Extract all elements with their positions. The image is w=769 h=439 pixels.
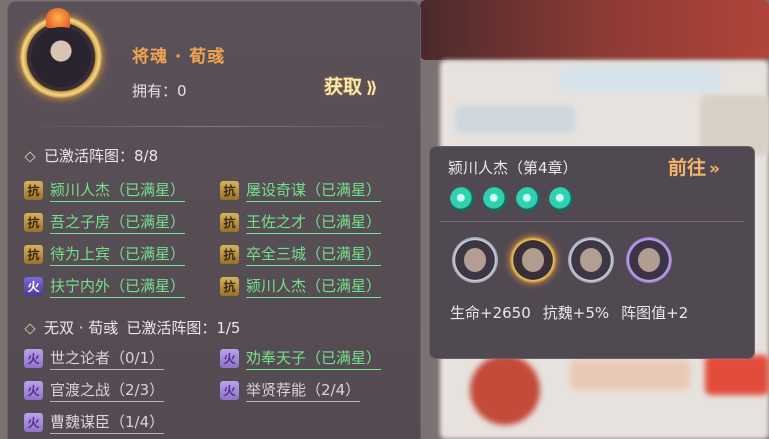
wushuang-value: 1/5 [216, 319, 241, 337]
divider [20, 126, 404, 127]
wushuang-item[interactable]: 火举贤荐能（2/4） [220, 378, 361, 402]
portrait-row [452, 237, 672, 283]
fire-badge-icon: 火 [24, 380, 43, 400]
formation-item[interactable]: 抗颍川人杰（已满星） [24, 178, 186, 202]
bonus-stat: 阵图值+2 [621, 304, 689, 322]
formation-label: 卒全三城（已满星） [246, 243, 382, 266]
formation-label: 屡设奇谋（已满星） [246, 179, 382, 202]
double-chevron-right-icon: ⟫ [366, 78, 378, 97]
diamond-icon [24, 322, 36, 335]
wushuang-name: 无双 · 荀彧 [44, 319, 119, 337]
formation-label: 颍川人杰（已满星） [50, 179, 186, 202]
wushuang-label: 举贤荐能（2/4） [246, 379, 361, 402]
diamond-icon [24, 150, 36, 163]
activated-label: 已激活阵图： [44, 147, 135, 165]
own-label: 拥有： [132, 82, 178, 100]
teal-gem-icon [483, 187, 507, 211]
star-row [450, 187, 573, 211]
double-chevron-right-icon: » [709, 159, 720, 179]
formation-label: 王佐之才（已满星） [246, 211, 382, 234]
activated-value: 8/8 [134, 147, 159, 165]
hero-name: 将魂 · 荀彧 [132, 47, 226, 67]
formation-badge-icon: 抗 [24, 180, 43, 200]
obtain-label: 获取 [324, 76, 363, 98]
formation-title: 颍川人杰（第4章） [448, 159, 578, 177]
formation-badge-icon: 抗 [220, 180, 239, 200]
hero-portrait-3[interactable] [568, 237, 614, 283]
fire-badge-icon: 火 [220, 380, 239, 400]
formation-label: 颍川人杰（已满星） [246, 275, 382, 298]
formation-badge-icon: 火 [24, 276, 43, 296]
go-button[interactable]: 前往» [668, 153, 720, 180]
formation-item[interactable]: 抗吾之子房（已满星） [24, 210, 186, 234]
flame-icon [46, 8, 70, 28]
formation-badge-icon: 抗 [220, 244, 239, 264]
divider [440, 221, 744, 222]
wushuang-item[interactable]: 火官渡之战（2/3） [24, 378, 165, 402]
formation-item[interactable]: 抗屡设奇谋（已满星） [220, 178, 382, 202]
formation-item[interactable]: 抗颍川人杰（已满星） [220, 274, 382, 298]
teal-gem-icon [549, 187, 573, 211]
formation-badge-icon: 抗 [220, 212, 239, 232]
formation-item[interactable]: 抗卒全三城（已满星） [220, 242, 382, 266]
formation-item[interactable]: 火扶宁内外（已满星） [24, 274, 186, 298]
bonus-row: 生命+2650 抗魏+5% 阵图值+2 [450, 302, 700, 323]
hero-info-panel: 将魂 · 荀彧 拥有：0 获取 ⟫ 已激活阵图：8/8 抗颍川人杰（已满星）抗屡设… [8, 2, 420, 439]
activated-title: 已激活阵图：8/8 [24, 145, 159, 166]
wushuang-title: 无双 · 荀彧 已激活阵图：1/5 [24, 317, 241, 338]
formation-label: 待为上宾（已满星） [50, 243, 186, 266]
own-count-row: 拥有：0 [132, 80, 187, 101]
formation-badge-icon: 抗 [220, 276, 239, 296]
teal-gem-icon [516, 187, 540, 211]
formation-label: 扶宁内外（已满星） [50, 275, 186, 298]
formation-label: 吾之子房（已满星） [50, 211, 186, 234]
hero-portrait-4[interactable] [626, 237, 672, 283]
bonus-stat: 生命+2650 [450, 304, 531, 322]
formation-item[interactable]: 抗待为上宾（已满星） [24, 242, 186, 266]
wushuang-label: 已激活阵图： [126, 319, 217, 337]
wushuang-label: 劝奉天子（已满星） [246, 347, 382, 370]
obtain-button[interactable]: 获取 ⟫ [324, 72, 378, 99]
bonus-stat: 抗魏+5% [542, 304, 610, 322]
hero-avatar[interactable] [20, 8, 102, 98]
hero-portrait-2[interactable] [510, 237, 556, 283]
hero-portrait [31, 27, 91, 87]
wushuang-label: 官渡之战（2/3） [50, 379, 165, 402]
wushuang-item[interactable]: 火劝奉天子（已满星） [220, 346, 382, 370]
teal-gem-icon [450, 187, 474, 211]
own-count: 0 [177, 82, 187, 100]
hero-portrait-1[interactable] [452, 237, 498, 283]
formation-item[interactable]: 抗王佐之才（已满星） [220, 210, 382, 234]
wushuang-label: 世之论者（0/1） [50, 347, 165, 370]
formation-detail-panel: 颍川人杰（第4章） 前往» 生命+2650 抗魏+5% 阵图值+2 [430, 147, 754, 358]
fire-badge-icon: 火 [24, 412, 43, 432]
fire-badge-icon: 火 [24, 348, 43, 368]
formation-badge-icon: 抗 [24, 244, 43, 264]
go-label: 前往 [668, 157, 707, 179]
wushuang-item[interactable]: 火曹魏谋臣（1/4） [24, 410, 165, 434]
wushuang-label: 曹魏谋臣（1/4） [50, 411, 165, 434]
fire-badge-icon: 火 [220, 348, 239, 368]
wushuang-item[interactable]: 火世之论者（0/1） [24, 346, 165, 370]
formation-badge-icon: 抗 [24, 212, 43, 232]
